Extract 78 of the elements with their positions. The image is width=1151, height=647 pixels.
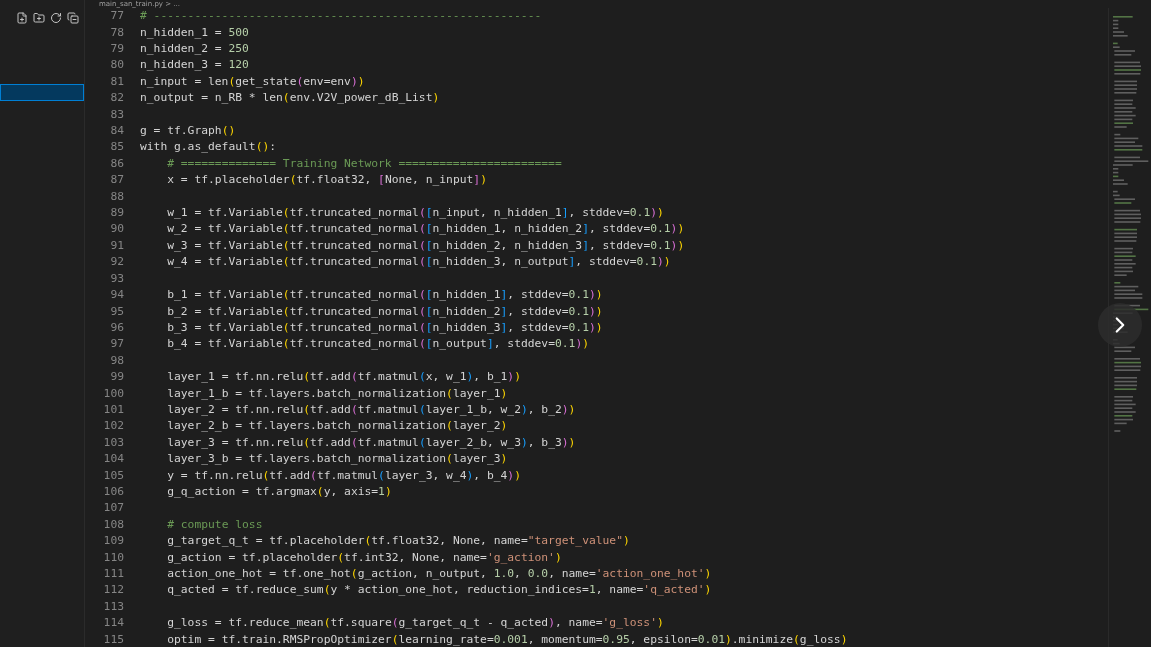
code-line: w_3 = tf.Variable(tf.truncated_normal([n_hidden_2, n_hidden_3], stddev=0.1)) [166, 237, 685, 254]
code-line: b_2 = tf.Variable(tf.truncated_normal([n_hidden_2], stddev=0.1)) [166, 303, 603, 320]
sidebar-item[interactable] [0, 84, 84, 101]
line-number: 98 [109, 352, 124, 369]
line-number: 103 [102, 434, 124, 451]
code-line: b_4 = tf.Variable(tf.truncated_normal([n_output], stddev=0.1)) [166, 336, 589, 353]
code-line: g_action = tf.placeholder(tf.int32, None, name='g_action') [166, 549, 562, 566]
line-number: 88 [109, 188, 124, 205]
line-number: 97 [109, 336, 124, 353]
code-line: # compute loss [166, 516, 263, 533]
line-number: 87 [109, 172, 124, 189]
code-line: w_4 = tf.Variable(tf.truncated_normal([n_hidden_3, n_output], stddev=0.1)) [166, 254, 671, 271]
line-number: 107 [102, 500, 124, 517]
code-line: layer_2 = tf.nn.relu(tf.add(tf.matmul(layer_1_b, w_2), b_2)) [166, 401, 576, 418]
refresh-icon[interactable] [50, 12, 62, 24]
code-line: n_output = n_RB * len(env.V2V_power_dB_List) [140, 90, 440, 107]
code-line: # ============== Training Network ======================== [166, 155, 562, 172]
code-line: n_hidden_3 = 120 [140, 57, 249, 74]
code-line: x = tf.placeholder(tf.float32, [None, n_input]) [166, 172, 487, 189]
line-number: 79 [109, 41, 124, 57]
new-folder-icon[interactable] [33, 12, 45, 24]
code-line: layer_1 = tf.nn.relu(tf.add(tf.matmul(x, w_1), b_1)) [166, 369, 521, 386]
line-number: 104 [102, 451, 124, 468]
code-line: # --------------------------------------------------------- [140, 8, 542, 25]
line-number: 114 [102, 615, 124, 632]
line-number: 84 [109, 123, 124, 140]
line-number: 110 [102, 549, 124, 566]
line-number: 112 [102, 582, 124, 599]
line-number: 90 [109, 221, 124, 238]
line-number: 105 [102, 467, 124, 484]
code-line: n_input = len(get_state(env=env)) [140, 73, 365, 90]
line-number: 86 [109, 155, 124, 172]
code-line: b_1 = tf.Variable(tf.truncated_normal([n_hidden_1], stddev=0.1)) [166, 287, 603, 304]
next-button[interactable] [1098, 303, 1142, 347]
code-line: layer_2_b = tf.layers.batch_normalization(layer_2) [166, 418, 508, 435]
line-number: 83 [109, 106, 124, 123]
code-line: y = tf.nn.relu(tf.add(tf.matmul(layer_3, w_4), b_4)) [166, 467, 521, 484]
collapse-icon[interactable] [67, 12, 79, 24]
code-line: layer_1_b = tf.layers.batch_normalization(layer_1) [166, 385, 508, 402]
code-line: w_1 = tf.Variable(tf.truncated_normal([n_input, n_hidden_1], stddev=0.1)) [166, 205, 664, 222]
line-number: 111 [102, 566, 124, 582]
line-number: 113 [102, 598, 124, 615]
code-line: action_one_hot = tf.one_hot(g_action, n_output, 1.0, 0.0, name='action_one_hot') [166, 566, 712, 582]
line-number: 81 [109, 73, 124, 90]
code-line: layer_3 = tf.nn.relu(tf.add(tf.matmul(layer_2_b, w_3), b_3)) [166, 434, 576, 451]
line-number: 80 [109, 57, 124, 74]
line-number: 99 [109, 369, 124, 386]
line-number: 77 [109, 8, 124, 25]
line-number: 78 [109, 24, 124, 41]
line-number: 109 [102, 533, 124, 550]
line-number: 96 [109, 319, 124, 336]
line-number: 95 [109, 303, 124, 320]
code-line: n_hidden_2 = 250 [140, 41, 249, 57]
line-number: 102 [102, 418, 124, 435]
line-number: 100 [102, 385, 124, 402]
line-number: 115 [102, 631, 124, 647]
code-line: optim = tf.train.RMSPropOptimizer(learning_rate=0.001, momentum=0.95, epsilon=0.01).minimize(g_loss) [166, 631, 848, 647]
code-line: with g.as_default(): [140, 139, 277, 156]
code-line: g_q_action = tf.argmax(y, axis=1) [166, 484, 392, 500]
line-number: 94 [109, 287, 124, 304]
code-line: n_hidden_1 = 500 [140, 24, 249, 41]
code-line: layer_3_b = tf.layers.batch_normalization(layer_3) [166, 451, 508, 468]
line-number: 85 [109, 139, 124, 156]
line-number: 93 [109, 270, 124, 287]
line-number: 91 [109, 237, 124, 254]
code-line: g = tf.Graph() [140, 123, 236, 140]
line-number: 82 [109, 90, 124, 107]
new-file-icon[interactable] [16, 12, 28, 24]
code-line: b_3 = tf.Variable(tf.truncated_normal([n_hidden_3], stddev=0.1)) [166, 319, 603, 336]
line-number: 101 [102, 401, 124, 418]
line-number: 92 [109, 254, 124, 271]
code-line: q_acted = tf.reduce_sum(y * action_one_hot, reduction_indices=1, name='q_acted') [166, 582, 712, 599]
code-line: g_loss = tf.reduce_mean(tf.square(g_target_q_t - q_acted), name='g_loss') [166, 615, 664, 632]
line-number: 89 [109, 205, 124, 222]
line-number: 106 [102, 484, 124, 500]
code-line: g_target_q_t = tf.placeholder(tf.float32, None, name="target_value") [166, 533, 630, 550]
line-number: 108 [102, 516, 124, 533]
code-line: w_2 = tf.Variable(tf.truncated_normal([n_hidden_1, n_hidden_2], stddev=0.1)) [166, 221, 685, 238]
